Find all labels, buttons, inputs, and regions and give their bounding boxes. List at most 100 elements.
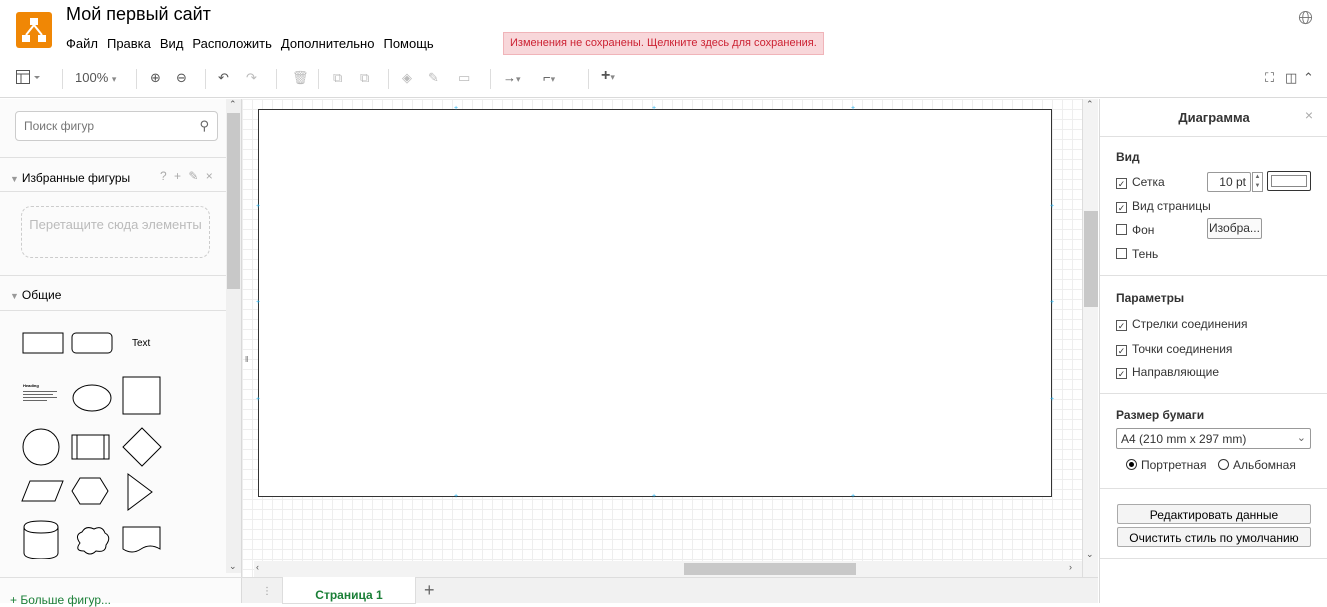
horizontal-scroll-thumb[interactable] bbox=[684, 563, 856, 575]
connection-arrows-label: Стрелки соединения bbox=[1132, 317, 1248, 331]
diagram-title[interactable]: Мой первый сайт bbox=[66, 4, 211, 25]
menu-file[interactable]: Файл bbox=[66, 36, 103, 51]
favorites-tools[interactable]: ? + ✎ × bbox=[160, 169, 215, 183]
page-tab-bar: ⋮ Страница 1 + bbox=[242, 577, 1098, 604]
sidebar-resize-handle[interactable]: ‖ bbox=[245, 355, 248, 364]
search-icon[interactable]: ⚲ bbox=[199, 118, 209, 134]
shape-ellipse bbox=[72, 384, 112, 412]
connection-points-label: Точки соединения bbox=[1132, 342, 1233, 356]
grid-label: Сетка bbox=[1132, 175, 1165, 189]
page-handle: + bbox=[454, 105, 459, 112]
page-handle: + bbox=[256, 203, 261, 210]
shadow-checkbox[interactable]: Тень bbox=[1116, 247, 1158, 261]
shape-search[interactable]: ⚲ bbox=[15, 111, 218, 141]
page-boundary bbox=[258, 109, 1052, 497]
diagram-canvas[interactable]: + + + + + + + + + + + + bbox=[242, 99, 1098, 577]
search-input[interactable] bbox=[16, 112, 186, 140]
tab-page-1[interactable]: Страница 1 bbox=[282, 577, 416, 604]
redo-icon[interactable]: ↷ bbox=[246, 70, 257, 86]
header: Мой первый сайт Файл Правка Вид Располож… bbox=[0, 0, 1327, 60]
to-front-icon[interactable]: ⧉ bbox=[333, 70, 342, 86]
undo-icon[interactable]: ↶ bbox=[218, 70, 229, 86]
collapse-icon[interactable]: ⌃ bbox=[1303, 70, 1314, 86]
waypoints-icon[interactable]: ⌐▾ bbox=[543, 70, 555, 87]
more-shapes-link[interactable]: + Больше фигур... bbox=[10, 593, 111, 607]
chevron-down-icon: ⌄ bbox=[1296, 432, 1306, 444]
landscape-radio[interactable]: Альбомная bbox=[1218, 458, 1296, 472]
menu-arrange[interactable]: Расположить bbox=[192, 36, 276, 51]
page-handle: + bbox=[652, 105, 657, 112]
guides-checkbox[interactable]: ✓ Направляющие bbox=[1116, 365, 1219, 379]
zoom-select[interactable]: 100% ▾ bbox=[75, 70, 116, 87]
portrait-radio[interactable]: Портретная bbox=[1126, 458, 1206, 472]
portrait-label: Портретная bbox=[1141, 458, 1207, 472]
drawio-logo-icon bbox=[16, 12, 52, 48]
grid-color-button[interactable] bbox=[1267, 171, 1311, 191]
menu-help[interactable]: Помощь bbox=[383, 36, 438, 51]
menu-view[interactable]: Вид bbox=[160, 36, 189, 51]
background-image-button[interactable]: Изобра... bbox=[1207, 218, 1262, 239]
zoom-out-icon[interactable]: ⊖ bbox=[176, 70, 187, 86]
shape-hexagon bbox=[71, 477, 109, 505]
connection-icon[interactable]: →▾ bbox=[503, 70, 521, 87]
menu-edit[interactable]: Правка bbox=[107, 36, 156, 51]
clear-default-style-button[interactable]: Очистить стиль по умолчанию bbox=[1117, 527, 1311, 547]
toggle-panel-icon[interactable]: ◫ bbox=[1285, 70, 1297, 86]
line-color-icon[interactable]: ✎ bbox=[428, 70, 439, 86]
canvas-vertical-scrollbar[interactable]: ⌃ ⌄ bbox=[1082, 99, 1098, 577]
general-header[interactable]: ▼ Общие bbox=[10, 288, 61, 302]
zoom-level: 100% bbox=[75, 70, 109, 85]
close-icon[interactable]: × bbox=[1305, 107, 1313, 123]
to-back-icon[interactable]: ⧉ bbox=[360, 70, 369, 86]
shape-rounded-rectangle bbox=[71, 332, 113, 354]
general-title: Общие bbox=[21, 288, 62, 302]
format-panel-icon[interactable] bbox=[16, 70, 42, 88]
shadow-icon[interactable]: ▭ bbox=[458, 70, 470, 86]
view-section-label: Вид bbox=[1116, 150, 1140, 164]
favorites-dropzone[interactable]: Перетащите сюда элементы bbox=[21, 206, 210, 258]
delete-icon[interactable]: 🗑 bbox=[292, 70, 309, 86]
pages-menu-icon[interactable]: ⋮ bbox=[262, 586, 272, 597]
shape-rectangle bbox=[22, 332, 64, 354]
page-handle: + bbox=[1050, 203, 1055, 210]
vertical-scroll-thumb[interactable] bbox=[1084, 211, 1098, 307]
favorites-header[interactable]: ▼ Избранные фигуры bbox=[10, 171, 130, 185]
landscape-label: Альбомная bbox=[1233, 458, 1296, 472]
page-handle: + bbox=[851, 493, 856, 500]
language-globe-icon[interactable] bbox=[1298, 10, 1313, 28]
grid-checkbox[interactable]: ✓ Сетка bbox=[1116, 175, 1165, 189]
shape-document bbox=[122, 526, 161, 553]
shape-cloud bbox=[76, 527, 110, 555]
shape-text[interactable]: Text bbox=[132, 338, 150, 349]
zoom-in-icon[interactable]: ⊕ bbox=[150, 70, 161, 86]
shapes-sidebar: ⚲ ▼Избранные фигуры ? + ✎ × Перетащите с… bbox=[0, 99, 242, 607]
insert-icon[interactable]: +▾ bbox=[601, 68, 615, 85]
grid-size-input[interactable]: 10 pt bbox=[1207, 172, 1251, 192]
page-handle: + bbox=[256, 299, 261, 306]
background-checkbox[interactable]: Фон bbox=[1116, 223, 1154, 237]
page-handle: + bbox=[851, 105, 856, 112]
page-handle: + bbox=[652, 493, 657, 500]
connection-points-checkbox[interactable]: ✓ Точки соединения bbox=[1116, 342, 1232, 356]
page-view-label: Вид страницы bbox=[1132, 199, 1211, 213]
fullscreen-icon[interactable]: ⛶ bbox=[1265, 70, 1274, 86]
format-panel-title: Диаграмма bbox=[1100, 99, 1327, 137]
options-section-label: Параметры bbox=[1116, 291, 1185, 305]
canvas-horizontal-scrollbar[interactable]: ‹ › bbox=[254, 561, 1082, 577]
shape-parallelogram bbox=[21, 480, 64, 502]
edit-data-button[interactable]: Редактировать данные bbox=[1117, 504, 1311, 524]
paper-size-section-label: Размер бумаги bbox=[1116, 408, 1205, 422]
shape-square bbox=[122, 376, 161, 415]
grid-size-stepper[interactable]: ▲ ▼ bbox=[1252, 172, 1263, 192]
menu-extras[interactable]: Дополнительно bbox=[281, 36, 380, 51]
page-view-checkbox[interactable]: ✓ Вид страницы bbox=[1116, 199, 1211, 213]
paper-size-select[interactable]: A4 (210 mm x 297 mm) ⌄ bbox=[1116, 428, 1311, 449]
fill-color-icon[interactable]: ◈ bbox=[402, 70, 412, 86]
shape-heading-text: Heading bbox=[23, 383, 39, 388]
sidebar-scroll-thumb[interactable] bbox=[227, 113, 240, 289]
add-page-button[interactable]: + bbox=[424, 580, 435, 601]
unsaved-changes-notice[interactable]: Изменения не сохранены. Щелкните здесь д… bbox=[503, 32, 824, 55]
connection-arrows-checkbox[interactable]: ✓ Стрелки соединения bbox=[1116, 317, 1247, 331]
sidebar-scrollbar[interactable]: ⌃ ⌄ bbox=[226, 99, 241, 573]
format-panel: Диаграмма × Вид ✓ Сетка 10 pt ▲ ▼ ✓ Вид стр… bbox=[1099, 99, 1327, 603]
